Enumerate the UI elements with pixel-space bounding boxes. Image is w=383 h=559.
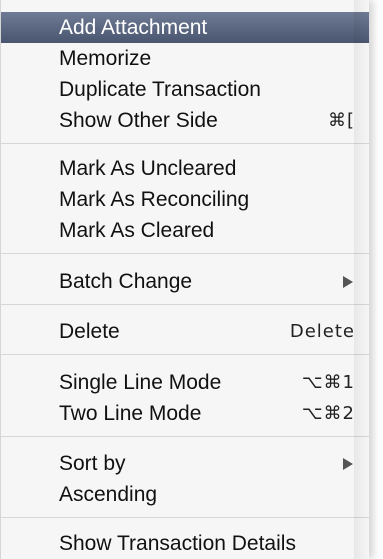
- menu-item-label: Single Line Mode: [59, 371, 222, 394]
- shortcut-label: ⌘[: [327, 110, 355, 131]
- menu-separator: [1, 517, 369, 518]
- menu-item-delete[interactable]: Delete Delete: [1, 316, 369, 347]
- menu-edge-shadow: [354, 0, 369, 559]
- shortcut-label: ⌥⌘1: [301, 372, 355, 393]
- menu-item-label: Duplicate Transaction: [59, 78, 261, 101]
- menu-item-label: Mark As Cleared: [59, 219, 215, 242]
- menu-item-duplicate-transaction[interactable]: Duplicate Transaction: [1, 74, 369, 105]
- menu-item-ascending[interactable]: Ascending: [1, 479, 369, 510]
- menu-item-label: Sort by: [59, 452, 126, 475]
- menu-item-label: Show Other Side: [59, 109, 218, 132]
- submenu-arrow-icon: [343, 458, 353, 470]
- menu-item-mark-as-reconciling[interactable]: Mark As Reconciling: [1, 184, 369, 215]
- menu-item-label: Ascending: [59, 483, 158, 506]
- context-menu: Add Attachment Memorize Duplicate Transa…: [0, 0, 369, 559]
- submenu-arrow-icon: [343, 276, 353, 288]
- menu-separator: [1, 354, 369, 355]
- menu-separator: [1, 436, 369, 437]
- shortcut-label: ⌥⌘2: [301, 403, 355, 424]
- menu-item-memorize[interactable]: Memorize: [1, 43, 369, 74]
- menu-item-single-line-mode[interactable]: Single Line Mode ⌥⌘1: [1, 367, 369, 398]
- menu-item-label: Memorize: [59, 47, 152, 70]
- menu-item-show-transaction-details[interactable]: Show Transaction Details: [1, 528, 369, 559]
- menu-separator: [1, 143, 369, 144]
- menu-item-two-line-mode[interactable]: Two Line Mode ⌥⌘2: [1, 398, 369, 429]
- menu-item-label: Add Attachment: [59, 16, 208, 39]
- menu-item-batch-change[interactable]: Batch Change: [1, 266, 369, 297]
- menu-item-label: Delete: [59, 320, 120, 343]
- shortcut-label: Delete: [289, 321, 355, 342]
- menu-item-label: Mark As Uncleared: [59, 157, 237, 180]
- menu-item-label: Two Line Mode: [59, 402, 202, 425]
- menu-separator: [1, 304, 369, 305]
- menu-item-label: Mark As Reconciling: [59, 188, 250, 211]
- menu-item-mark-as-uncleared[interactable]: Mark As Uncleared: [1, 153, 369, 184]
- menu-item-label: Show Transaction Details: [59, 532, 296, 555]
- menu-item-mark-as-cleared[interactable]: Mark As Cleared: [1, 215, 369, 246]
- menu-item-label: Batch Change: [59, 270, 193, 293]
- menu-item-add-attachment[interactable]: Add Attachment: [1, 12, 369, 43]
- menu-separator: [1, 253, 369, 254]
- menu-item-show-other-side[interactable]: Show Other Side ⌘[: [1, 105, 369, 136]
- menu-item-sort-by[interactable]: Sort by: [1, 448, 369, 479]
